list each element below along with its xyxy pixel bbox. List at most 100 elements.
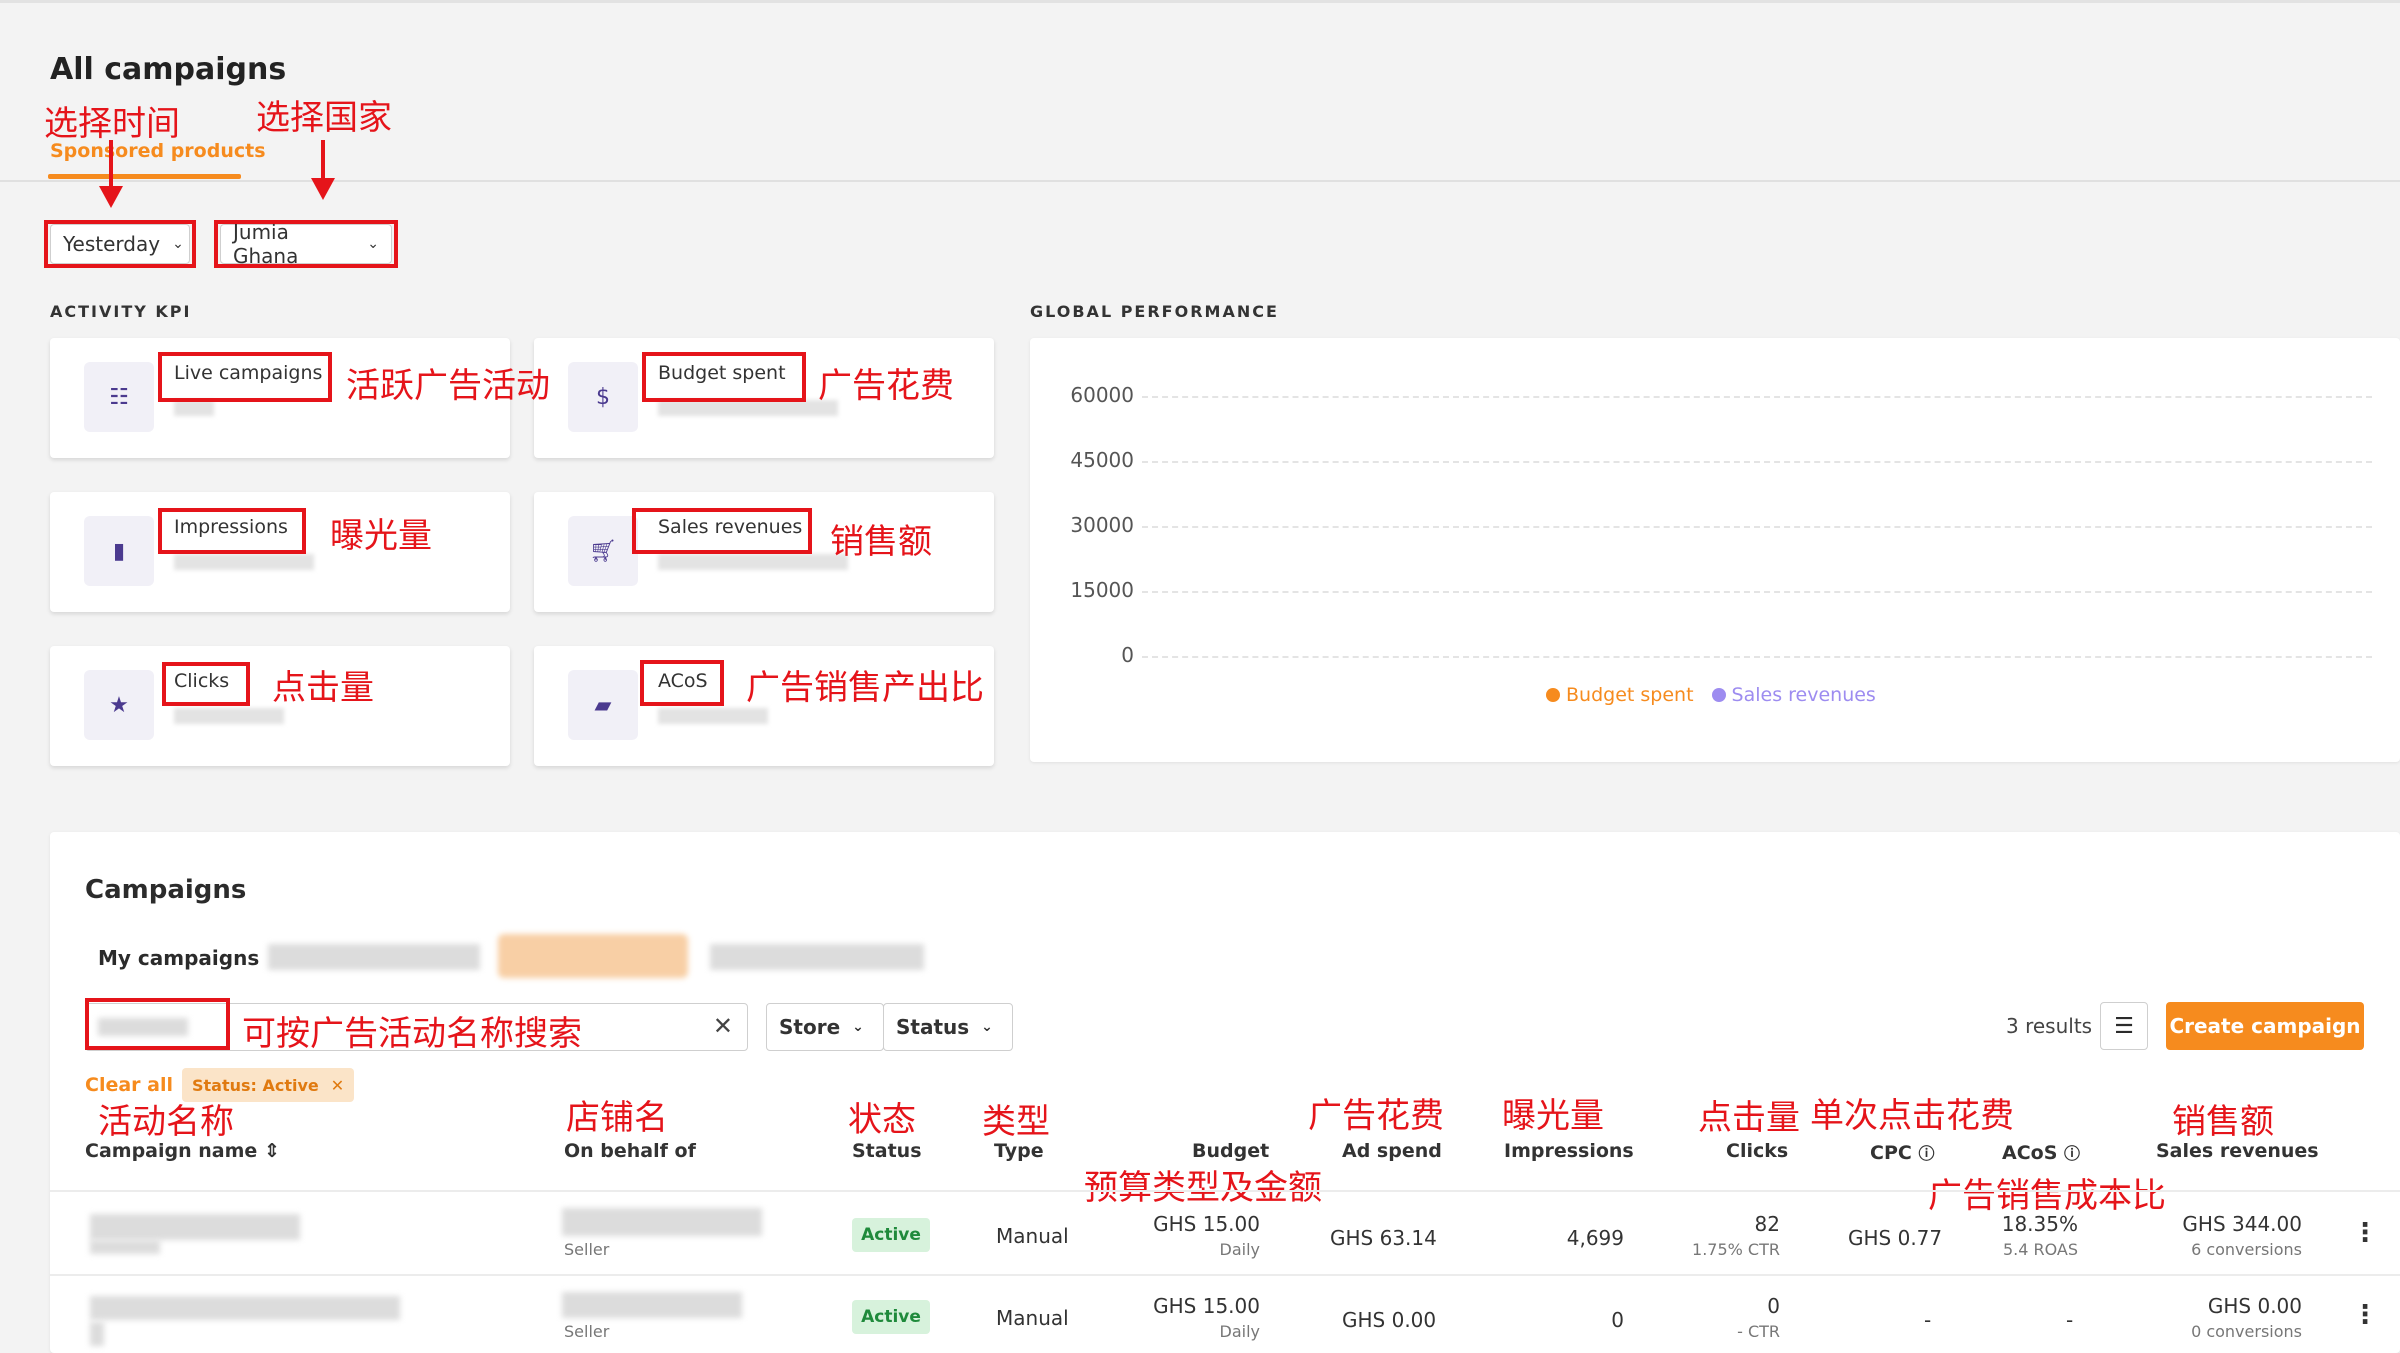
chart-legend: Budget spent Sales revenues [1546, 684, 1876, 706]
help-icon[interactable]: ⓘ [2064, 1144, 2080, 1163]
sales-cell: GHS 0.00 [2207, 1294, 2302, 1318]
campaign-name-redacted[interactable] [90, 1214, 300, 1240]
acos-cell: 18.35% [2001, 1212, 2078, 1236]
annotation-impressions: 曝光量 [330, 516, 432, 556]
col-header-status: Status [852, 1140, 922, 1162]
clear-search-icon[interactable]: ✕ [713, 1012, 733, 1040]
kpi-label: Budget spent [658, 362, 786, 384]
cart-icon: 🛒︎ [568, 516, 638, 586]
annotation-col-type: 类型 [982, 1102, 1050, 1142]
col-header-budget: Budget [1192, 1140, 1270, 1162]
y-tick-label: 0 [1121, 643, 1134, 667]
annotation-search: 可按广告活动名称搜索 [242, 1014, 582, 1054]
kpi-value-redacted [174, 708, 284, 724]
legend-dot-budget [1546, 688, 1560, 702]
y-tick-label: 45000 [1070, 448, 1134, 472]
global-performance-chart: 60000 45000 30000 15000 0 Budget spent Sales… [1030, 338, 2400, 762]
tab-divider [0, 180, 2400, 182]
store-name-redacted [562, 1208, 762, 1236]
col-header-campaign-name[interactable]: Campaign name ⇕ [85, 1140, 280, 1162]
col-header-label: ACoS [2002, 1142, 2058, 1164]
redacted-tab[interactable] [710, 944, 924, 970]
sort-icon[interactable]: ⇕ [264, 1140, 280, 1162]
budget-cell: GHS 15.00 [1153, 1212, 1260, 1236]
global-performance-heading: GLOBAL PERFORMANCE [1030, 302, 1279, 321]
impressions-cell: 0 [1611, 1308, 1624, 1332]
status-badge: Active [852, 1300, 930, 1334]
kpi-card-impressions: ▮ Impressions [50, 492, 510, 612]
dollar-coin-icon: $ [568, 362, 638, 432]
status-filter-label: Status [896, 1015, 970, 1039]
arrow-down-icon [311, 140, 335, 200]
seller-label: Seller [564, 1240, 610, 1259]
kpi-label: ACoS [658, 670, 708, 692]
y-tick-label: 15000 [1070, 578, 1134, 602]
annotation-live-campaigns: 活跃广告活动 [346, 366, 550, 406]
annotation-date: 选择时间 [44, 104, 180, 144]
kpi-label: Impressions [174, 516, 288, 538]
page-title: All campaigns [50, 52, 287, 87]
col-header-label: CPC [1870, 1142, 1912, 1164]
col-header-type: Type [994, 1140, 1044, 1162]
y-tick-label: 60000 [1070, 383, 1134, 407]
kpi-label: Clicks [174, 670, 230, 692]
cpc-cell: - [1924, 1308, 1932, 1332]
type-cell: Manual [996, 1224, 1069, 1248]
chevron-down-icon: ⌄ [172, 236, 184, 252]
ad-spend-cell: GHS 0.00 [1342, 1308, 1437, 1332]
table-divider [50, 1190, 2400, 1192]
status-filter[interactable]: Status ⌄ [883, 1003, 1013, 1051]
budget-type: Daily [1219, 1322, 1260, 1341]
gridline [1142, 656, 2372, 658]
create-campaign-button[interactable]: Create campaign [2166, 1002, 2364, 1050]
date-range-select[interactable]: Yesterday ⌄ [50, 224, 190, 264]
my-campaigns-tab[interactable]: My campaigns [98, 946, 259, 970]
annotation-col-budget: 预算类型及金额 [1084, 1168, 1322, 1208]
campaign-name-redacted[interactable] [90, 1296, 400, 1320]
campaigns-title: Campaigns [85, 875, 247, 905]
roas-cell: 5.4 ROAS [2002, 1240, 2078, 1259]
remove-chip-icon[interactable]: ✕ [331, 1076, 344, 1095]
chevron-down-icon: ⌄ [981, 1019, 993, 1035]
kpi-value-redacted [658, 554, 848, 570]
cpc-cell: GHS 0.77 [1848, 1226, 1943, 1250]
col-header-label: Campaign name [85, 1140, 258, 1162]
annotation-clicks: 点击量 [272, 668, 374, 708]
row-menu-icon[interactable]: ⋮ [2352, 1218, 2378, 1248]
briefcase-icon: ▰ [568, 670, 638, 740]
table-divider [50, 1274, 2400, 1276]
annotation-col-campaign: 活动名称 [98, 1102, 234, 1142]
row-menu-icon[interactable]: ⋮ [2352, 1300, 2378, 1330]
gridline [1142, 461, 2372, 463]
redacted-tab-active[interactable] [498, 934, 688, 978]
annotation-col-clicks: 点击量 [1698, 1098, 1800, 1138]
annotation-col-sales: 销售额 [2172, 1102, 2274, 1142]
annotation-budget-spent: 广告花费 [818, 366, 954, 406]
search-value-redacted [98, 1018, 188, 1036]
status-badge: Active [852, 1218, 930, 1252]
redacted-tab[interactable] [268, 944, 480, 970]
budget-type: Daily [1219, 1240, 1260, 1259]
list-view-icon[interactable]: ☰ [2100, 1002, 2148, 1050]
kpi-value-redacted [658, 400, 838, 416]
annotation-col-cpc: 单次点击花费 [1810, 1096, 2014, 1136]
gridline [1142, 591, 2372, 593]
clicks-cell: 82 [1754, 1212, 1780, 1236]
store-filter[interactable]: Store ⌄ [766, 1003, 884, 1051]
country-select[interactable]: Jumia Ghana ⌄ [220, 220, 392, 268]
country-value: Jumia Ghana [233, 220, 299, 268]
col-header-cpc: CPC ⓘ [1870, 1140, 1934, 1164]
help-icon[interactable]: ⓘ [1918, 1144, 1934, 1163]
impressions-cell: 4,699 [1566, 1226, 1624, 1250]
chip-label: Status: Active [192, 1075, 319, 1095]
annotation-country: 选择国家 [256, 98, 392, 138]
seller-label: Seller [564, 1322, 610, 1341]
type-cell: Manual [996, 1306, 1069, 1330]
y-tick-label: 30000 [1070, 513, 1134, 537]
annotation-acos: 广告销售产出比 [746, 668, 984, 708]
kpi-label: Live campaigns [174, 362, 323, 384]
clear-all-link[interactable]: Clear all [85, 1074, 173, 1096]
campaign-id-redacted [90, 1322, 104, 1346]
chevron-down-icon: ⌄ [367, 236, 379, 252]
arrow-down-icon [99, 140, 123, 208]
